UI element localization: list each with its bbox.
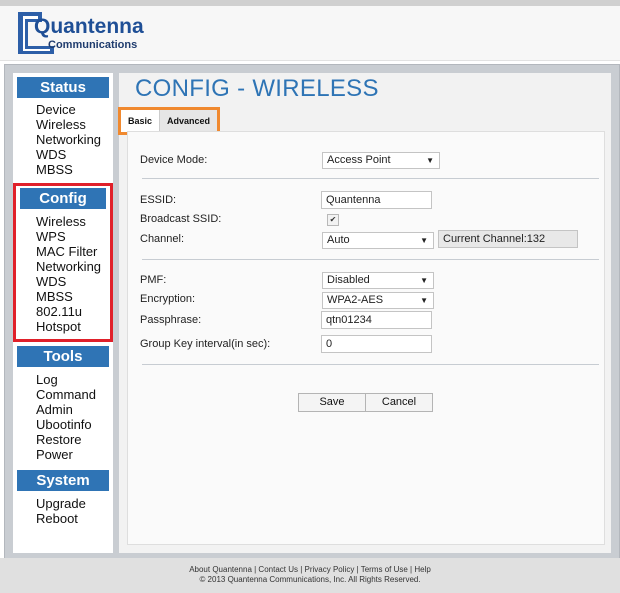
group-key-label: Group Key interval(in sec): [140, 338, 271, 350]
group-key-input[interactable] [321, 335, 432, 353]
sidebar-section-config: Config [20, 188, 106, 209]
sidebar-item-status-networking[interactable]: Networking [36, 132, 113, 147]
sidebar-item-tools-log[interactable]: Log [36, 372, 113, 387]
pmf-value: Disabled [327, 274, 370, 286]
sidebar-item-config-80211u[interactable]: 802.11u [36, 304, 110, 319]
chevron-down-icon: ▼ [420, 276, 428, 285]
sidebar: Status Device Wireless Networking WDS MB… [13, 73, 113, 553]
sidebar-item-config-mac-filter[interactable]: MAC Filter [36, 244, 110, 259]
sidebar-item-config-hotspot[interactable]: Hotspot [36, 319, 110, 334]
page-title: CONFIG - WIRELESS [135, 75, 379, 102]
sidebar-item-config-wds[interactable]: WDS [36, 274, 110, 289]
content-area: CONFIG - WIRELESS Basic Advanced Device … [118, 73, 611, 553]
essid-input[interactable] [321, 191, 432, 209]
channel-label: Channel: [140, 233, 185, 245]
channel-select[interactable]: Auto ▼ [322, 232, 434, 249]
broadcast-ssid-label: Broadcast SSID: [140, 213, 222, 225]
quantenna-logo: Quantenna Communications [18, 12, 144, 54]
save-button[interactable]: Save [298, 393, 366, 412]
config-section-highlight: Config Wireless WPS MAC Filter Networkin… [13, 183, 113, 342]
sidebar-item-status-wireless[interactable]: Wireless [36, 117, 113, 132]
passphrase-label: Passphrase: [140, 314, 202, 326]
sidebar-item-config-networking[interactable]: Networking [36, 259, 110, 274]
settings-panel: Device Mode: Access Point ▼ ESSID: Broad… [127, 131, 605, 545]
sidebar-item-status-wds[interactable]: WDS [36, 147, 113, 162]
broadcast-ssid-checkbox[interactable]: ✔ [327, 214, 339, 226]
chevron-down-icon: ▼ [420, 236, 428, 245]
sidebar-item-tools-power[interactable]: Power [36, 447, 113, 462]
encryption-label: Encryption: [140, 293, 196, 305]
tab-advanced[interactable]: Advanced [159, 110, 218, 132]
current-channel-display: Current Channel:132 [438, 230, 578, 248]
encryption-value: WPA2-AES [327, 294, 384, 306]
sidebar-item-status-device[interactable]: Device [36, 102, 113, 117]
logo-tagline: Communications [48, 39, 137, 51]
device-mode-select[interactable]: Access Point ▼ [322, 152, 440, 169]
tab-basic[interactable]: Basic [121, 110, 160, 132]
sidebar-item-status-mbss[interactable]: MBSS [36, 162, 113, 177]
sidebar-item-config-wps[interactable]: WPS [36, 229, 110, 244]
sidebar-section-status: Status [17, 77, 109, 98]
divider [142, 364, 599, 365]
pmf-select[interactable]: Disabled ▼ [322, 272, 434, 289]
divider [142, 178, 599, 179]
sidebar-item-system-reboot[interactable]: Reboot [36, 511, 113, 526]
chevron-down-icon: ▼ [426, 156, 434, 165]
footer-links[interactable]: About Quantenna | Contact Us | Privacy P… [0, 558, 620, 575]
footer: About Quantenna | Contact Us | Privacy P… [0, 558, 620, 593]
main-frame: Status Device Wireless Networking WDS MB… [4, 64, 620, 560]
sidebar-item-tools-admin[interactable]: Admin [36, 402, 113, 417]
chevron-down-icon: ▼ [420, 296, 428, 305]
logo-wordmark: Quantenna [34, 15, 144, 38]
footer-copyright: © 2013 Quantenna Communications, Inc. Al… [199, 575, 421, 584]
passphrase-input[interactable] [321, 311, 432, 329]
sidebar-item-system-upgrade[interactable]: Upgrade [36, 496, 113, 511]
essid-label: ESSID: [140, 194, 177, 206]
device-mode-value: Access Point [327, 154, 391, 166]
encryption-select[interactable]: WPA2-AES ▼ [322, 292, 434, 309]
device-mode-label: Device Mode: [140, 154, 208, 166]
sidebar-item-tools-command[interactable]: Command [36, 387, 113, 402]
divider [142, 259, 599, 260]
sidebar-section-system: System [17, 470, 109, 491]
channel-value: Auto [327, 234, 350, 246]
sidebar-item-config-mbss[interactable]: MBSS [36, 289, 110, 304]
sidebar-item-tools-restore[interactable]: Restore [36, 432, 113, 447]
sidebar-section-tools: Tools [17, 346, 109, 367]
cancel-button[interactable]: Cancel [365, 393, 433, 412]
sidebar-item-config-wireless[interactable]: Wireless [36, 214, 110, 229]
header: Quantenna Communications [0, 6, 620, 61]
pmf-label: PMF: [140, 274, 167, 286]
sidebar-item-tools-ubootinfo[interactable]: Ubootinfo [36, 417, 113, 432]
